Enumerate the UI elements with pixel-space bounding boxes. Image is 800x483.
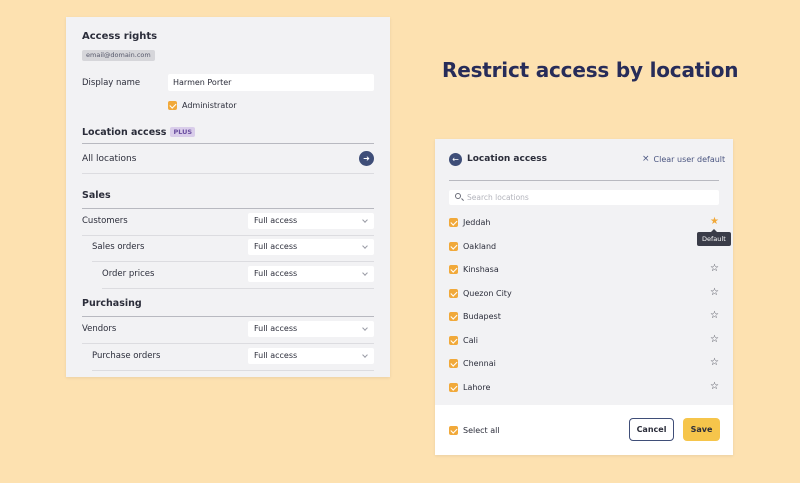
customers-access-select[interactable]: Full access bbox=[248, 213, 374, 229]
location-name: Kinshasa bbox=[463, 264, 499, 274]
divider bbox=[82, 208, 374, 209]
location-name: Budapest bbox=[463, 311, 501, 321]
location-item[interactable]: Cali ☆ bbox=[449, 333, 719, 347]
select-value: Full access bbox=[254, 242, 298, 251]
location-checkbox[interactable] bbox=[449, 358, 458, 368]
location-item[interactable]: Chennai ☆ bbox=[449, 356, 719, 370]
location-checkbox[interactable] bbox=[449, 217, 458, 227]
select-value: Full access bbox=[254, 351, 298, 360]
star-filled-icon[interactable]: ★ bbox=[710, 215, 719, 229]
location-name: Oakland bbox=[463, 241, 497, 251]
administrator-checkbox-row[interactable]: Administrator bbox=[168, 101, 237, 110]
divider bbox=[82, 173, 374, 174]
dialog-footer: Select all Cancel Save bbox=[435, 405, 733, 455]
cancel-button[interactable]: Cancel bbox=[629, 418, 674, 441]
location-item[interactable]: Quezon City ☆ bbox=[449, 286, 719, 300]
star-outline-icon[interactable]: ☆ bbox=[710, 286, 719, 300]
chevron-down-icon bbox=[362, 217, 368, 223]
location-item[interactable]: Budapest ☆ bbox=[449, 309, 719, 323]
row-label-order-prices: Order prices bbox=[102, 269, 155, 279]
purchasing-heading: Purchasing bbox=[82, 298, 142, 309]
clear-user-default-label: Clear user default bbox=[653, 154, 726, 164]
row-label-purchase-orders: Purchase orders bbox=[92, 351, 161, 361]
location-checkbox[interactable] bbox=[449, 288, 458, 298]
chevron-down-icon bbox=[362, 352, 368, 358]
location-item[interactable]: Kinshasa ☆ bbox=[449, 262, 719, 276]
select-value: Full access bbox=[254, 324, 298, 333]
location-checkbox[interactable] bbox=[449, 382, 458, 392]
divider bbox=[82, 235, 374, 236]
arrow-right-icon: ➜ bbox=[363, 154, 370, 163]
star-outline-icon[interactable]: ☆ bbox=[710, 380, 719, 394]
location-item[interactable]: Jeddah ★ bbox=[449, 215, 719, 229]
email-badge: email@domain.com bbox=[82, 50, 155, 61]
arrow-left-icon: ← bbox=[452, 155, 459, 164]
location-checkbox[interactable] bbox=[449, 264, 458, 274]
all-locations-label: All locations bbox=[82, 154, 137, 164]
clear-user-default-button[interactable]: × Clear user default bbox=[642, 154, 725, 164]
location-item[interactable]: Oakland bbox=[449, 239, 719, 253]
dialog-title: Location access bbox=[467, 154, 547, 164]
divider bbox=[82, 343, 374, 344]
access-rights-panel: Access rights email@domain.com Display n… bbox=[66, 17, 390, 377]
divider bbox=[102, 288, 374, 289]
search-box[interactable] bbox=[449, 190, 719, 205]
star-outline-icon[interactable]: ☆ bbox=[710, 333, 719, 347]
divider bbox=[92, 261, 374, 262]
location-name: Chennai bbox=[463, 358, 496, 368]
row-label-sales-orders: Sales orders bbox=[92, 242, 145, 252]
back-button[interactable]: ← bbox=[449, 153, 462, 166]
close-icon: × bbox=[642, 154, 650, 164]
location-name: Lahore bbox=[463, 382, 491, 392]
location-checkbox[interactable] bbox=[449, 335, 458, 345]
location-checkbox[interactable] bbox=[449, 311, 458, 321]
chevron-down-icon bbox=[362, 325, 368, 331]
select-all-label: Select all bbox=[463, 426, 500, 435]
open-location-access-button[interactable]: ➜ bbox=[359, 151, 374, 166]
chevron-down-icon bbox=[362, 243, 368, 249]
display-name-input[interactable] bbox=[168, 74, 374, 91]
display-name-label: Display name bbox=[82, 78, 141, 88]
select-all-checkbox-row[interactable]: Select all bbox=[449, 426, 500, 435]
chevron-down-icon bbox=[362, 270, 368, 276]
location-item[interactable]: Lahore ☆ bbox=[449, 380, 719, 394]
sales-heading: Sales bbox=[82, 190, 111, 201]
divider bbox=[82, 143, 374, 144]
headline: Restrict access by location bbox=[442, 58, 739, 82]
location-name: Cali bbox=[463, 335, 478, 345]
sales-orders-access-select[interactable]: Full access bbox=[248, 239, 374, 255]
location-name: Quezon City bbox=[463, 288, 512, 298]
plus-badge: PLUS bbox=[170, 127, 196, 137]
order-prices-access-select[interactable]: Full access bbox=[248, 266, 374, 282]
select-value: Full access bbox=[254, 216, 298, 225]
select-all-checkbox[interactable] bbox=[449, 426, 458, 435]
location-checkbox[interactable] bbox=[449, 241, 458, 251]
divider bbox=[82, 316, 374, 317]
star-outline-icon[interactable]: ☆ bbox=[710, 356, 719, 370]
location-access-heading: Location access PLUS bbox=[82, 127, 196, 138]
search-icon bbox=[455, 193, 461, 199]
access-rights-title: Access rights bbox=[82, 31, 158, 42]
vendors-access-select[interactable]: Full access bbox=[248, 321, 374, 337]
divider bbox=[449, 180, 719, 181]
select-value: Full access bbox=[254, 269, 298, 278]
purchase-orders-access-select[interactable]: Full access bbox=[248, 348, 374, 364]
star-outline-icon[interactable]: ☆ bbox=[710, 262, 719, 276]
location-access-dialog: ← Location access × Clear user default J… bbox=[435, 139, 733, 455]
location-access-title: Location access bbox=[82, 127, 167, 138]
location-name: Jeddah bbox=[463, 217, 491, 227]
administrator-label: Administrator bbox=[182, 101, 237, 110]
star-outline-icon[interactable]: ☆ bbox=[710, 309, 719, 323]
divider bbox=[92, 370, 374, 371]
row-label-customers: Customers bbox=[82, 216, 128, 226]
search-input[interactable] bbox=[467, 190, 712, 205]
administrator-checkbox[interactable] bbox=[168, 101, 177, 110]
row-label-vendors: Vendors bbox=[82, 324, 117, 334]
save-button[interactable]: Save bbox=[683, 418, 720, 441]
